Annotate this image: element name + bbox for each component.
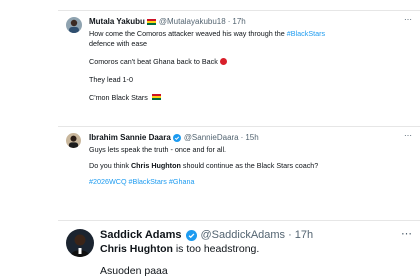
tweet-text-line: C'mon Black Stars bbox=[89, 93, 161, 102]
separator-dot: · bbox=[227, 17, 231, 26]
author-name[interactable]: Saddick Adams bbox=[100, 229, 182, 241]
timestamp[interactable]: 17h bbox=[232, 17, 245, 26]
avatar[interactable] bbox=[66, 229, 94, 257]
tweet-ibrahim-sannie-daara[interactable]: Ibrahim Sannie Daara @SannieDaara · 15h … bbox=[58, 126, 420, 194]
more-options-icon[interactable]: ⋯ bbox=[404, 15, 412, 24]
ghana-flag-icon bbox=[151, 94, 161, 100]
author-handle[interactable]: @SannieDaara bbox=[184, 133, 239, 142]
tweet-text-line: They lead 1-0 bbox=[89, 75, 133, 84]
tweet-text-line: Do you think Chris Hughton should contin… bbox=[89, 161, 319, 170]
red-circle-icon bbox=[219, 58, 227, 65]
author-name[interactable]: Ibrahim Sannie Daara bbox=[89, 133, 171, 142]
avatar[interactable] bbox=[66, 133, 81, 148]
tweet-text-line: Chris Hughton is too headstrong. bbox=[100, 243, 260, 255]
more-options-icon[interactable]: ⋯ bbox=[401, 227, 412, 240]
tweet-saddick-adams[interactable]: Saddick Adams @SaddickAdams · 17h ⋯ Chri… bbox=[58, 220, 420, 280]
hashtag-link[interactable]: #BlackStars bbox=[287, 29, 325, 38]
author-name[interactable]: Mutala Yakubu bbox=[89, 17, 145, 26]
tweet-text-line: defence with ease bbox=[89, 39, 147, 48]
hashtag-links[interactable]: #2026WCQ #BlackStars #Ghana bbox=[89, 177, 194, 186]
separator-dot: · bbox=[288, 229, 292, 241]
tweet-text-line: Asuoden paaa bbox=[100, 265, 168, 277]
tweet-text-line: How come the Comoros attacker weaved his… bbox=[89, 29, 326, 38]
tweet-mutala-yakubu[interactable]: Mutala Yakubu @Mutalayakubu18 · 17h ⋯ Ho… bbox=[58, 10, 420, 122]
author-handle[interactable]: @SaddickAdams bbox=[201, 229, 286, 241]
ghana-flag-icon bbox=[146, 18, 156, 25]
avatar[interactable] bbox=[66, 17, 82, 33]
author-handle[interactable]: @Mutalayakubu18 bbox=[159, 17, 226, 26]
tweet-text-line: Guys lets speak the truth - once and for… bbox=[89, 145, 227, 154]
timestamp[interactable]: 15h bbox=[245, 133, 258, 142]
timestamp[interactable]: 17h bbox=[295, 229, 313, 241]
verified-badge-icon bbox=[172, 133, 181, 142]
more-options-icon[interactable]: ⋯ bbox=[404, 131, 412, 140]
verified-badge-icon bbox=[185, 229, 197, 241]
tweet-text-line: Comoros can't beat Ghana back to Back bbox=[89, 57, 227, 66]
separator-dot: · bbox=[240, 133, 244, 142]
